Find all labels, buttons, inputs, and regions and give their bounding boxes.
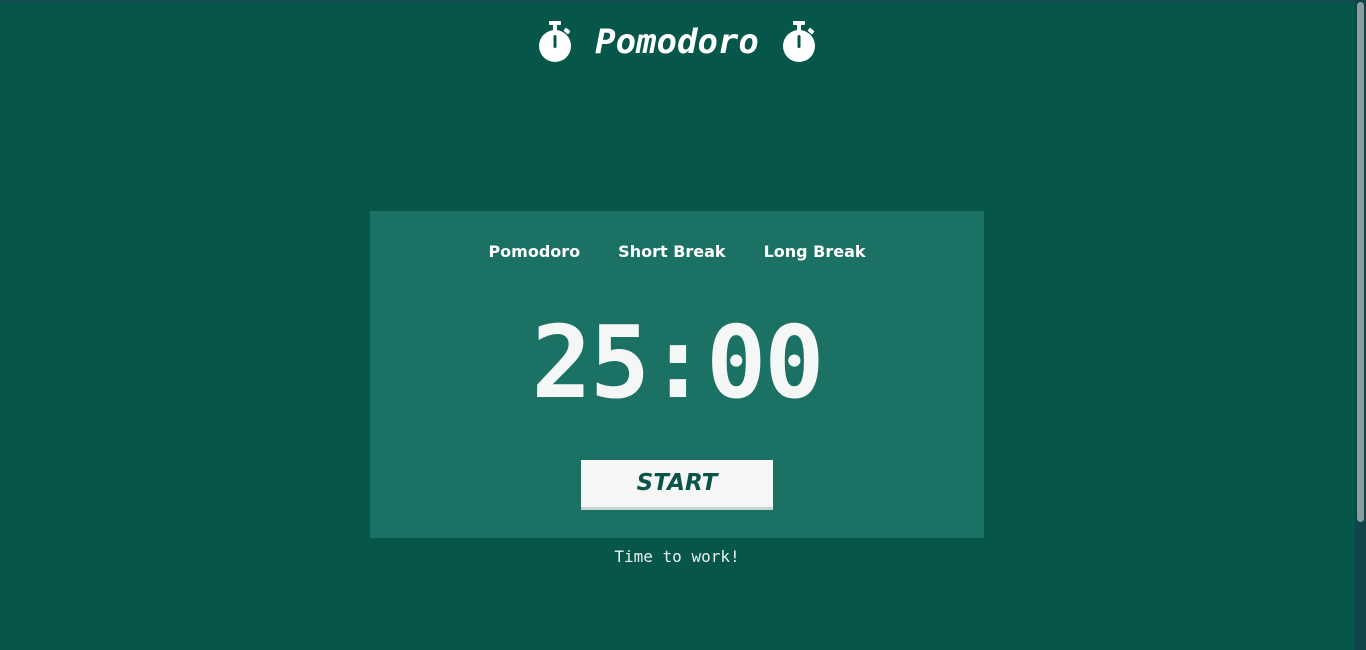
start-button[interactable]: START [581,460,773,510]
tab-pomodoro[interactable]: Pomodoro [488,239,580,265]
stopwatch-icon [539,21,572,62]
app-title: Pomodoro [595,22,759,62]
status-message: Time to work! [614,547,740,566]
mode-tabs: Pomodoro Short Break Long Break [370,239,984,265]
app-header: Pomodoro [0,14,1354,70]
scrollbar-thumb[interactable] [1357,2,1364,522]
vertical-scrollbar[interactable] [1355,0,1366,650]
tab-short-break[interactable]: Short Break [618,239,725,265]
tab-long-break[interactable]: Long Break [764,239,866,265]
stopwatch-icon [782,21,815,62]
timer-display: 25:00 [531,304,824,421]
top-border [0,0,1366,2]
timer-panel: Pomodoro Short Break Long Break 25:00 ST… [370,211,984,538]
